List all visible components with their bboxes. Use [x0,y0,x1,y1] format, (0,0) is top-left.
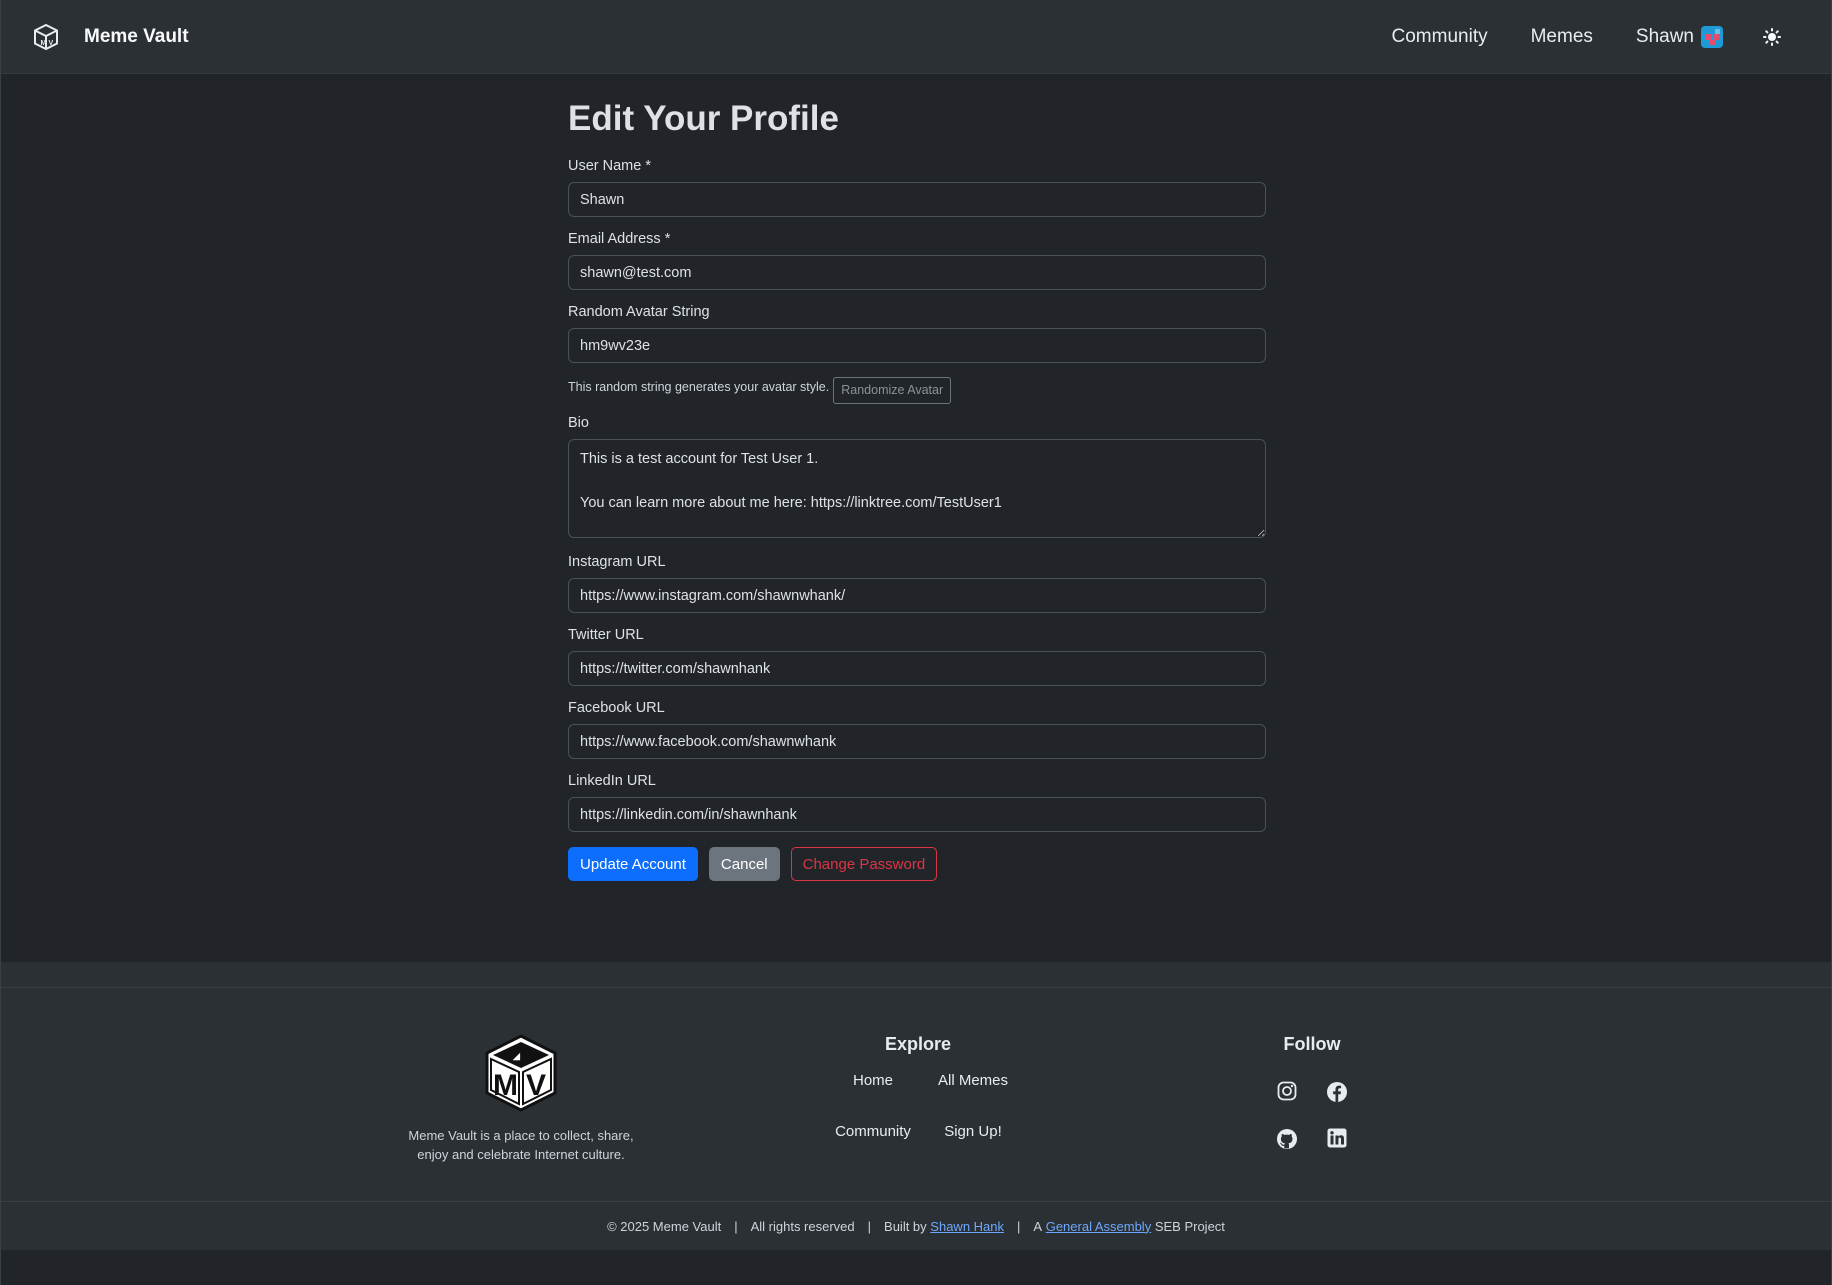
twitter-label: Twitter URL [568,627,644,643]
randomize-avatar-button[interactable]: Randomize Avatar [833,377,952,404]
update-account-button[interactable]: Update Account [568,847,698,881]
twitter-group: Twitter URL [568,627,1266,686]
footer: M V ◢ Meme Vault is a place to collect, … [1,988,1831,1201]
brand-name: Meme Vault [84,25,189,47]
instagram-url-input[interactable] [568,578,1266,613]
linkedin-url-input[interactable] [568,797,1266,832]
bio-textarea[interactable]: This is a test account for Test User 1. … [568,439,1266,538]
svg-text:M: M [41,40,47,47]
meme-vault-logo-icon: M V [32,23,60,51]
footer-follow: Follow [1262,988,1362,1175]
copyright-text: © 2025 Meme Vault [607,1218,722,1234]
svg-text:M: M [493,1069,518,1102]
username-input[interactable] [568,182,1266,217]
rights-text: All rights reserved [750,1218,855,1234]
avatar-help-row: This random string generates your avatar… [568,373,1266,404]
project-prefix: A [1033,1218,1043,1234]
author-link[interactable]: Shawn Hank [930,1219,1004,1234]
email-input[interactable] [568,255,1266,290]
cancel-button[interactable]: Cancel [708,847,780,881]
footer-about-text: Meme Vault is a place to collect, share,… [408,1128,634,1162]
brand-link[interactable]: M V Meme Vault [32,23,189,51]
email-label: Email Address * [568,231,671,247]
nav-link-memes[interactable]: Memes [1531,26,1593,48]
linkedin-icon[interactable] [1327,1128,1347,1175]
nav-user-menu[interactable]: Shawn [1636,25,1723,48]
project-suffix: SEB Project [1154,1218,1225,1234]
nav-links: Community Memes Shawn [1392,25,1783,48]
separator: | [734,1218,738,1234]
twitter-url-input[interactable] [568,651,1266,686]
follow-heading: Follow [1283,1034,1341,1054]
instagram-group: Instagram URL [568,554,1266,613]
footer-explore: Explore Home All Memes Community Sign Up… [818,988,1018,1174]
footer-link-all-memes[interactable]: All Memes [928,1072,1018,1123]
copyright-bar: © 2025 Meme Vault | All rights reserved … [1,1201,1831,1250]
avatar-string-label: Random Avatar String [568,304,710,320]
avatar[interactable] [1701,25,1723,48]
form-actions: Update Account Cancel Change Password [568,847,1266,881]
linkedin-group: LinkedIn URL [568,773,1266,832]
theme-toggle-sun-icon[interactable] [1761,26,1783,48]
facebook-group: Facebook URL [568,700,1266,759]
username-group: User Name * [568,158,1266,217]
bio-group: Bio This is a test account for Test User… [568,415,1266,543]
navbar: M V Meme Vault Community Memes Shawn [1,0,1831,74]
avatar-string-group: Random Avatar String This random string … [568,304,1266,404]
instagram-label: Instagram URL [568,554,666,570]
nav-link-community[interactable]: Community [1392,26,1488,48]
facebook-url-input[interactable] [568,724,1266,759]
facebook-icon[interactable] [1326,1081,1348,1128]
footer-logo-icon: M V ◢ [483,1033,559,1113]
svg-text:V: V [526,1069,546,1102]
svg-text:◢: ◢ [512,1051,521,1061]
explore-links: Home All Memes Community Sign Up! [818,1072,1018,1174]
nav-user-name[interactable]: Shawn [1636,26,1694,48]
general-assembly-link[interactable]: General Assembly [1046,1219,1152,1234]
built-by-text: Built by [884,1218,927,1234]
social-links [1262,1081,1362,1175]
page-title: Edit Your Profile [568,99,839,138]
username-label: User Name * [568,158,651,174]
avatar-string-input[interactable] [568,328,1266,363]
footer-link-home[interactable]: Home [818,1072,928,1123]
avatar-help-text: This random string generates your avatar… [568,379,830,394]
edit-profile-form: Edit Your Profile User Name * Email Addr… [568,74,1266,881]
linkedin-label: LinkedIn URL [568,773,656,789]
instagram-icon[interactable] [1277,1081,1297,1128]
change-password-button[interactable]: Change Password [790,847,938,881]
footer-link-community[interactable]: Community [818,1123,928,1174]
separator: | [867,1218,872,1234]
explore-heading: Explore [884,1034,952,1054]
footer-divider [1,962,1831,988]
footer-about: M V ◢ Meme Vault is a place to collect, … [401,988,641,1164]
svg-text:V: V [49,40,54,47]
bio-label: Bio [568,415,589,431]
github-icon[interactable] [1276,1128,1298,1175]
email-group: Email Address * [568,231,1266,290]
separator: | [1017,1218,1021,1234]
footer-link-sign-up[interactable]: Sign Up! [928,1123,1018,1174]
facebook-label: Facebook URL [568,700,665,716]
